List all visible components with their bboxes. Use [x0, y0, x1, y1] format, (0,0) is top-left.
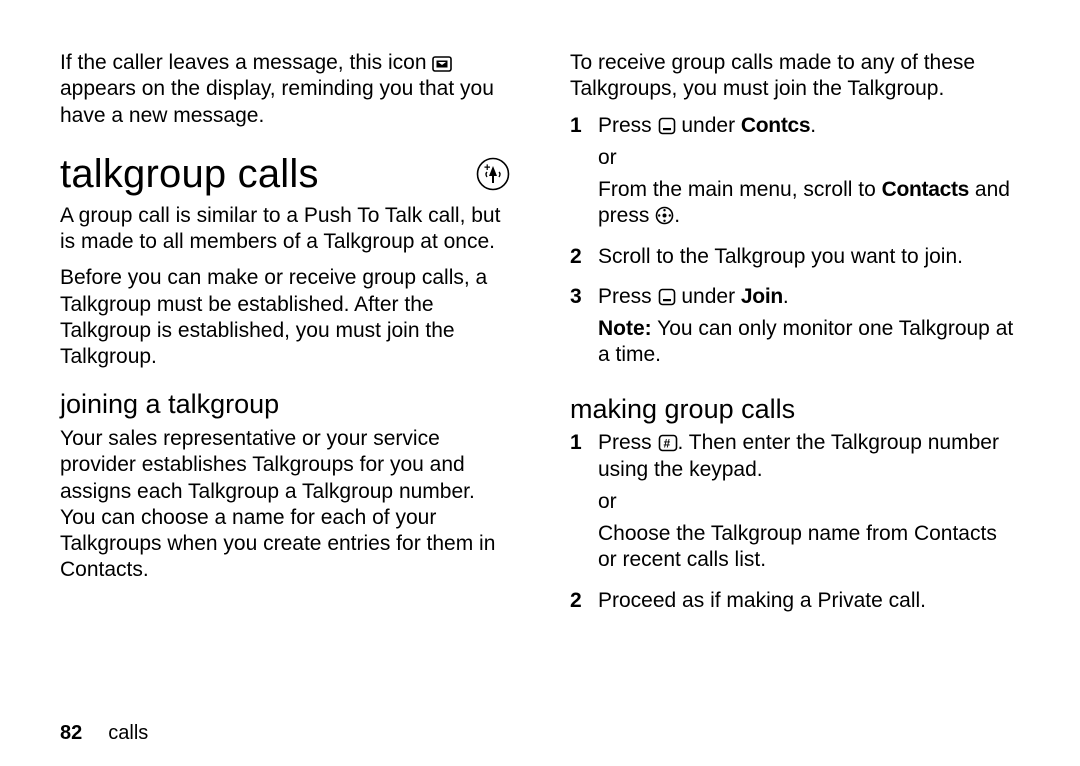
- or-line: or: [598, 145, 1020, 171]
- or-line: or: [598, 489, 1020, 515]
- softkey-label: Join: [741, 285, 783, 308]
- text: Press: [598, 114, 658, 137]
- two-column-layout: If the caller leaves a message, this ico…: [60, 50, 1020, 711]
- text: .: [810, 114, 816, 137]
- make-steps-list: 1 Press # . Then enter the Talkgroup num…: [570, 430, 1020, 620]
- page-footer: 82 calls: [60, 711, 1020, 746]
- menu-label: Contacts: [882, 178, 969, 201]
- step-body: Proceed as if making a Private call.: [598, 588, 1020, 620]
- text: .: [674, 204, 680, 227]
- line: Choose the Talkgroup name from Contacts …: [598, 521, 1020, 574]
- note-text: You can only monitor one Talkgroup at a …: [598, 317, 1013, 366]
- softkey-label: Contcs: [741, 114, 810, 137]
- sub-title-joining: joining a talkgroup: [60, 388, 510, 422]
- hash-key-icon: #: [658, 434, 678, 452]
- join-step-1: 1 Press under Contcs.: [570, 113, 1020, 236]
- text: Press: [598, 431, 658, 454]
- svg-text:#: #: [663, 437, 670, 451]
- new-message-paragraph: If the caller leaves a message, this ico…: [60, 50, 510, 129]
- join-step-3: 3 Press under Join.: [570, 284, 1020, 375]
- text: If the caller leaves a message, this ico…: [60, 51, 432, 74]
- step-number: 3: [570, 284, 598, 375]
- left-column: If the caller leaves a message, this ico…: [60, 50, 510, 711]
- step-number: 2: [570, 244, 598, 276]
- step-body: Press under Contcs. or: [598, 113, 1020, 236]
- make-step-2: 2 Proceed as if making a Private call.: [570, 588, 1020, 620]
- softkey-icon: [658, 117, 676, 135]
- sub-title-making: making group calls: [570, 393, 1020, 427]
- receive-intro: To receive group calls made to any of th…: [570, 50, 1020, 103]
- line: From the main menu, scroll to Contacts a…: [598, 177, 1020, 230]
- join-step-2: 2 Scroll to the Talkgroup you want to jo…: [570, 244, 1020, 276]
- step-body: Press under Join. Note: You: [598, 284, 1020, 375]
- voicemail-icon: [432, 56, 452, 72]
- text: under: [681, 285, 741, 308]
- text: appears on the display, reminding you th…: [60, 77, 494, 126]
- note-line: Note: You can only monitor one Talkgroup…: [598, 316, 1020, 369]
- nav-ok-icon: [655, 206, 674, 225]
- svg-text:+: +: [484, 162, 491, 174]
- line: Scroll to the Talkgroup you want to join…: [598, 244, 1020, 270]
- step-body: Press # . Then enter the Talkgroup numbe…: [598, 430, 1020, 579]
- join-steps-list: 1 Press under Contcs.: [570, 113, 1020, 375]
- line: Proceed as if making a Private call.: [598, 588, 1020, 614]
- line: Press under Contcs.: [598, 113, 1020, 139]
- joining-paragraph: Your sales representative or your servic…: [60, 426, 510, 584]
- note-label: Note:: [598, 317, 652, 340]
- title-text: talkgroup calls: [60, 149, 319, 199]
- softkey-icon: [658, 288, 676, 306]
- step-body: Scroll to the Talkgroup you want to join…: [598, 244, 1020, 276]
- line: Press under Join.: [598, 284, 1020, 310]
- line: Press # . Then enter the Talkgroup numbe…: [598, 430, 1020, 483]
- text: From the main menu, scroll to: [598, 178, 882, 201]
- manual-page: If the caller leaves a message, this ico…: [0, 0, 1080, 766]
- text: under: [681, 114, 741, 137]
- step-number: 1: [570, 430, 598, 579]
- text: .: [783, 285, 789, 308]
- text: Press: [598, 285, 658, 308]
- page-number: 82: [60, 721, 82, 746]
- network-antenna-icon: +: [476, 157, 510, 191]
- section-title-talkgroup-calls: talkgroup calls +: [60, 149, 510, 199]
- make-step-1: 1 Press # . Then enter the Talkgroup num…: [570, 430, 1020, 579]
- right-column: To receive group calls made to any of th…: [570, 50, 1020, 711]
- step-number: 1: [570, 113, 598, 236]
- talkgroup-intro-2: Before you can make or receive group cal…: [60, 265, 510, 370]
- talkgroup-intro-1: A group call is similar to a Push To Tal…: [60, 203, 510, 256]
- step-number: 2: [570, 588, 598, 620]
- chapter-label: calls: [108, 721, 148, 746]
